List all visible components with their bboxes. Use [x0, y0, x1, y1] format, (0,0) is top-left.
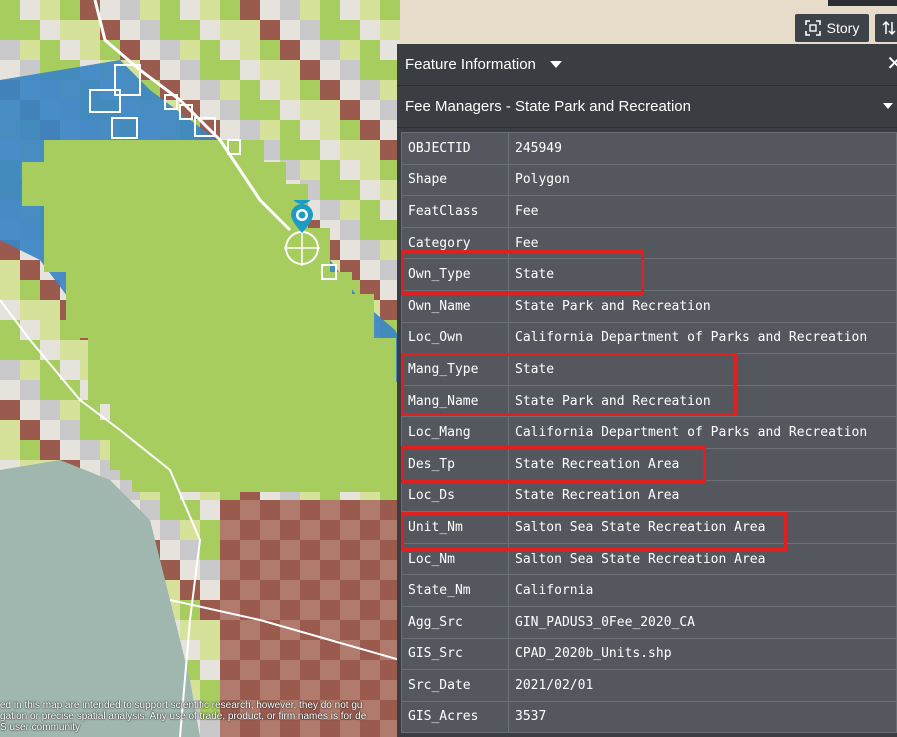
sort-button[interactable] — [875, 14, 897, 42]
story-label: Story — [826, 20, 860, 36]
table-row: State_Nm California — [401, 574, 897, 607]
attribute-value: 2021/02/01 — [508, 669, 897, 702]
attribute-key: Loc_Mang — [401, 416, 509, 449]
attribute-key: Loc_Nm — [401, 542, 509, 576]
attribution-line: ed in this map are intended to support s… — [0, 700, 363, 711]
chevron-down-icon[interactable] — [549, 61, 562, 68]
attribute-value: State Park and Recreation — [508, 384, 897, 418]
salton-sea-lake — [0, 0, 400, 737]
attribute-key: Own_Type — [401, 258, 509, 291]
top-right-tab[interactable] — [828, 0, 897, 6]
table-row: Loc_Own California Department of Parks an… — [401, 321, 897, 355]
table-row: GIS_Acres 3537 — [401, 700, 897, 734]
attribute-value: California — [508, 574, 897, 607]
attribute-value: State — [508, 353, 897, 386]
attribute-key: Category — [401, 226, 509, 260]
attribute-key: Loc_Ds — [401, 479, 509, 513]
attribute-key: GIS_Acres — [401, 700, 509, 734]
close-icon[interactable]: ✕ — [886, 54, 897, 74]
sort-icon — [882, 20, 896, 36]
attribution-line: gation or precise spatial analysis. Any … — [0, 711, 367, 722]
table-row: GIS_Src CPAD_2020b_Units.shp — [401, 637, 897, 671]
attribute-key: Loc_Own — [401, 321, 509, 355]
attribute-table: OBJECTID 245949 Shape Polygon FeatClass Fee Ca… — [401, 132, 897, 734]
chevron-down-icon[interactable] — [883, 103, 893, 109]
table-row: Mang_Type State — [401, 353, 897, 386]
story-button[interactable]: Story — [795, 14, 869, 42]
attribute-value: 245949 — [508, 132, 897, 165]
attribute-value: Fee — [508, 226, 897, 260]
table-row: Agg_Src GIN_PADUS3_0Fee_2020_CA — [401, 605, 897, 639]
attribute-value: Fee — [508, 195, 897, 228]
attribute-key: GIS_Src — [401, 637, 509, 671]
table-row: Unit_Nm Salton Sea State Recreation Area — [401, 511, 897, 544]
table-row: OBJECTID 245949 — [401, 132, 897, 165]
panel-title: Feature Information — [405, 56, 536, 73]
table-row: Loc_Nm Salton Sea State Recreation Area — [401, 542, 897, 576]
attribute-key: Shape — [401, 163, 509, 197]
attribute-value: Salton Sea State Recreation Area — [508, 542, 897, 576]
table-row: Src_Date 2021/02/01 — [401, 669, 897, 702]
attribute-value: California Department of Parks and Recre… — [508, 416, 897, 449]
attribute-value: Polygon — [508, 163, 897, 197]
feature-info-panel: Feature Information ✕ Fee Managers - Sta… — [397, 44, 897, 737]
attribution-line: S user community — [0, 722, 81, 733]
attribute-value: State Park and Recreation — [508, 289, 897, 323]
table-row: Own_Name State Park and Recreation — [401, 289, 897, 323]
layer-name: Fee Managers - State Park and Recreation — [405, 98, 691, 115]
panel-header[interactable]: Feature Information ✕ — [397, 44, 897, 86]
attribute-value: California Department of Parks and Recre… — [508, 321, 897, 355]
attribute-value: 3537 — [508, 700, 897, 734]
table-row: FeatClass Fee — [401, 195, 897, 228]
attribute-value: Salton Sea State Recreation Area — [508, 511, 897, 544]
table-row: Own_Type State — [401, 258, 897, 291]
attribute-value: CPAD_2020b_Units.shp — [508, 637, 897, 671]
attribute-value: State — [508, 258, 897, 291]
location-pin-icon[interactable] — [280, 200, 326, 270]
attribute-key: State_Nm — [401, 574, 509, 607]
attribute-key: Mang_Name — [401, 384, 509, 418]
table-row: Shape Polygon — [401, 163, 897, 197]
layer-select-dropdown[interactable]: Fee Managers - State Park and Recreation — [397, 86, 897, 128]
attribute-key: Own_Name — [401, 289, 509, 323]
attribute-key: Agg_Src — [401, 605, 509, 639]
map-attribution: ed in this map are intended to support s… — [0, 700, 400, 733]
attribute-value: State Recreation Area — [508, 479, 897, 513]
attribute-value: GIN_PADUS3_0Fee_2020_CA — [508, 605, 897, 639]
attribute-key: Des_Tp — [401, 447, 509, 481]
attribute-key: OBJECTID — [401, 132, 509, 165]
table-row: Des_Tp State Recreation Area — [401, 447, 897, 481]
attribute-key: Unit_Nm — [401, 511, 509, 544]
attribute-key: Mang_Type — [401, 353, 509, 386]
table-row: Category Fee — [401, 226, 897, 260]
attribute-key: FeatClass — [401, 195, 509, 228]
attribute-value: State Recreation Area — [508, 447, 897, 481]
table-row: Loc_Mang California Department of Parks a… — [401, 416, 897, 449]
story-icon — [804, 20, 821, 36]
attribute-key: Src_Date — [401, 669, 509, 702]
table-row: Mang_Name State Park and Recreation — [401, 384, 897, 418]
table-row: Loc_Ds State Recreation Area — [401, 479, 897, 513]
